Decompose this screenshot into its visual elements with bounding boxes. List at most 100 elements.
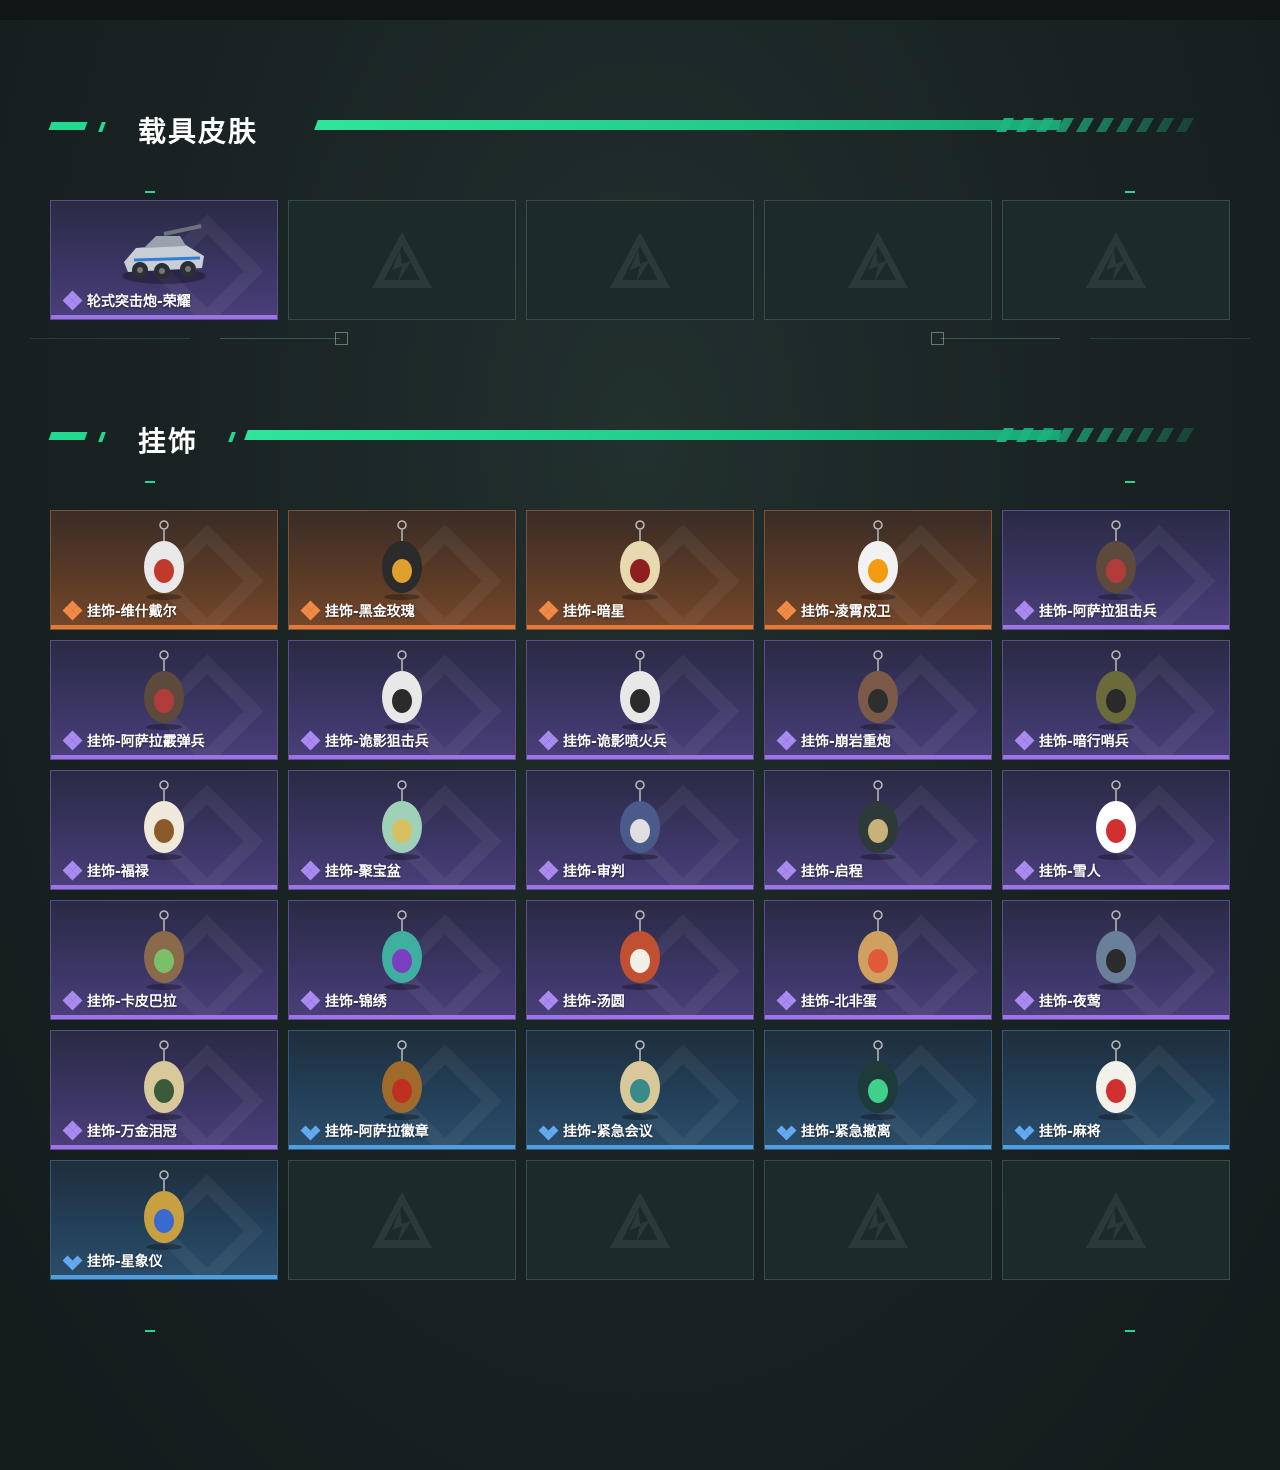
item-label-row: 轮式突击炮-荣耀 — [62, 290, 191, 311]
item-card[interactable]: 挂饰-北非蛋 — [764, 900, 992, 1020]
item-card[interactable]: 挂饰-万金泪冠 — [50, 1030, 278, 1150]
item-card[interactable]: 挂饰-维什戴尔 — [50, 510, 278, 630]
item-name: 挂饰-星象仪 — [87, 1254, 163, 1270]
rarity-bar — [527, 1145, 753, 1149]
rarity-bar — [1003, 1145, 1229, 1149]
item-name: 挂饰-暗星 — [563, 604, 625, 620]
rarity-bar — [51, 885, 277, 889]
item-name: 挂饰-紧急会议 — [563, 1124, 653, 1140]
item-card[interactable]: 挂饰-紧急撤离 — [764, 1030, 992, 1150]
rarity-bar — [51, 315, 277, 319]
rarity-diamond-icon — [1014, 730, 1035, 751]
item-card[interactable]: 挂饰-暗星 — [526, 510, 754, 630]
item-name: 挂饰-诡影狙击兵 — [325, 734, 429, 750]
tick-mark — [145, 1330, 155, 1332]
charm-grid: 挂饰-维什戴尔 挂饰-黑金玫瑰 挂饰-暗星 挂饰-凌霄戍卫 挂饰-阿萨拉狙击兵挂饰-阿萨… — [50, 510, 1230, 1280]
rarity-diamond-icon — [300, 1121, 321, 1141]
header-checker — [995, 118, 1205, 132]
item-label-row: 挂饰-汤圆 — [538, 990, 625, 1011]
item-card[interactable]: 挂饰-雪人 — [1002, 770, 1230, 890]
rarity-diamond-icon — [1014, 860, 1035, 881]
rarity-diamond-icon — [538, 860, 559, 881]
item-label-row: 挂饰-锦绣 — [300, 990, 387, 1011]
item-card[interactable]: 挂饰-黑金玫瑰 — [288, 510, 516, 630]
item-name: 挂饰-崩岩重炮 — [801, 734, 891, 750]
item-label-row: 挂饰-雪人 — [1014, 860, 1101, 881]
item-card[interactable]: 挂饰-卡皮巴拉 — [50, 900, 278, 1020]
empty-slot — [526, 1160, 754, 1280]
item-label-row: 挂饰-审判 — [538, 860, 625, 881]
item-name: 挂饰-夜莺 — [1039, 994, 1101, 1010]
rarity-bar — [765, 755, 991, 759]
item-card[interactable]: 挂饰-夜莺 — [1002, 900, 1230, 1020]
item-card[interactable]: 挂饰-凌霄戍卫 — [764, 510, 992, 630]
rarity-diamond-icon — [776, 990, 797, 1011]
header-accent — [98, 432, 106, 442]
placeholder-logo-icon — [1086, 232, 1146, 288]
rarity-bar — [289, 625, 515, 629]
rarity-bar — [289, 885, 515, 889]
item-label-row: 挂饰-紧急会议 — [538, 1121, 653, 1141]
item-card[interactable]: 挂饰-阿萨拉狙击兵 — [1002, 510, 1230, 630]
item-label-row: 挂饰-暗星 — [538, 600, 625, 621]
item-card[interactable]: 挂饰-阿萨拉霰弹兵 — [50, 640, 278, 760]
divider — [940, 338, 1060, 339]
item-name: 挂饰-福禄 — [87, 864, 149, 880]
item-label-row: 挂饰-阿萨拉徽章 — [300, 1121, 429, 1141]
item-card[interactable]: 挂饰-福禄 — [50, 770, 278, 890]
header-accent — [228, 432, 236, 442]
section-header-vehicle-skins: 载具皮肤 — [48, 110, 1210, 150]
header-line — [314, 120, 1062, 130]
item-name: 挂饰-麻将 — [1039, 1124, 1101, 1140]
item-name: 挂饰-汤圆 — [563, 994, 625, 1010]
item-card[interactable]: 挂饰-审判 — [526, 770, 754, 890]
item-card[interactable]: 挂饰-启程 — [764, 770, 992, 890]
item-card[interactable]: 挂饰-阿萨拉徽章 — [288, 1030, 516, 1150]
item-card[interactable]: 挂饰-诡影狙击兵 — [288, 640, 516, 760]
header-accent — [48, 432, 88, 440]
item-card[interactable]: 挂饰-诡影喷火兵 — [526, 640, 754, 760]
item-name: 挂饰-维什戴尔 — [87, 604, 177, 620]
rarity-bar — [527, 1015, 753, 1019]
rarity-diamond-icon — [776, 860, 797, 881]
empty-slot — [1002, 1160, 1230, 1280]
rarity-bar — [1003, 885, 1229, 889]
rarity-bar — [765, 1015, 991, 1019]
item-label-row: 挂饰-万金泪冠 — [62, 1120, 177, 1141]
rarity-bar — [527, 885, 753, 889]
item-card[interactable]: 挂饰-聚宝盆 — [288, 770, 516, 890]
item-card[interactable]: 挂饰-星象仪 — [50, 1160, 278, 1280]
item-name: 挂饰-聚宝盆 — [325, 864, 401, 880]
rarity-bar — [527, 625, 753, 629]
empty-slot — [288, 1160, 516, 1280]
item-label-row: 挂饰-崩岩重炮 — [776, 730, 891, 751]
item-label-row: 挂饰-卡皮巴拉 — [62, 990, 177, 1011]
item-card[interactable]: 挂饰-汤圆 — [526, 900, 754, 1020]
item-name: 挂饰-暗行哨兵 — [1039, 734, 1129, 750]
rarity-diamond-icon — [62, 730, 83, 751]
rarity-diamond-icon — [62, 290, 83, 311]
top-bar — [0, 0, 1280, 20]
vehicle-skin-grid: 轮式突击炮-荣耀 — [50, 200, 1230, 320]
rarity-bar — [51, 625, 277, 629]
item-label-row: 挂饰-阿萨拉霰弹兵 — [62, 730, 205, 751]
item-card[interactable]: 轮式突击炮-荣耀 — [50, 200, 278, 320]
placeholder-logo-icon — [610, 1192, 670, 1248]
rarity-bar — [51, 1275, 277, 1279]
item-name: 挂饰-启程 — [801, 864, 863, 880]
item-card[interactable]: 挂饰-暗行哨兵 — [1002, 640, 1230, 760]
item-label-row: 挂饰-麻将 — [1014, 1121, 1101, 1141]
rarity-diamond-icon — [62, 1251, 83, 1271]
item-label-row: 挂饰-诡影狙击兵 — [300, 730, 429, 751]
rarity-bar — [289, 755, 515, 759]
item-card[interactable]: 挂饰-麻将 — [1002, 1030, 1230, 1150]
rarity-diamond-icon — [538, 600, 559, 621]
item-label-row: 挂饰-聚宝盆 — [300, 860, 401, 881]
item-card[interactable]: 挂饰-紧急会议 — [526, 1030, 754, 1150]
placeholder-logo-icon — [372, 232, 432, 288]
item-label-row: 挂饰-北非蛋 — [776, 990, 877, 1011]
item-name: 挂饰-万金泪冠 — [87, 1124, 177, 1140]
item-card[interactable]: 挂饰-崩岩重炮 — [764, 640, 992, 760]
header-line — [244, 430, 1062, 440]
item-card[interactable]: 挂饰-锦绣 — [288, 900, 516, 1020]
